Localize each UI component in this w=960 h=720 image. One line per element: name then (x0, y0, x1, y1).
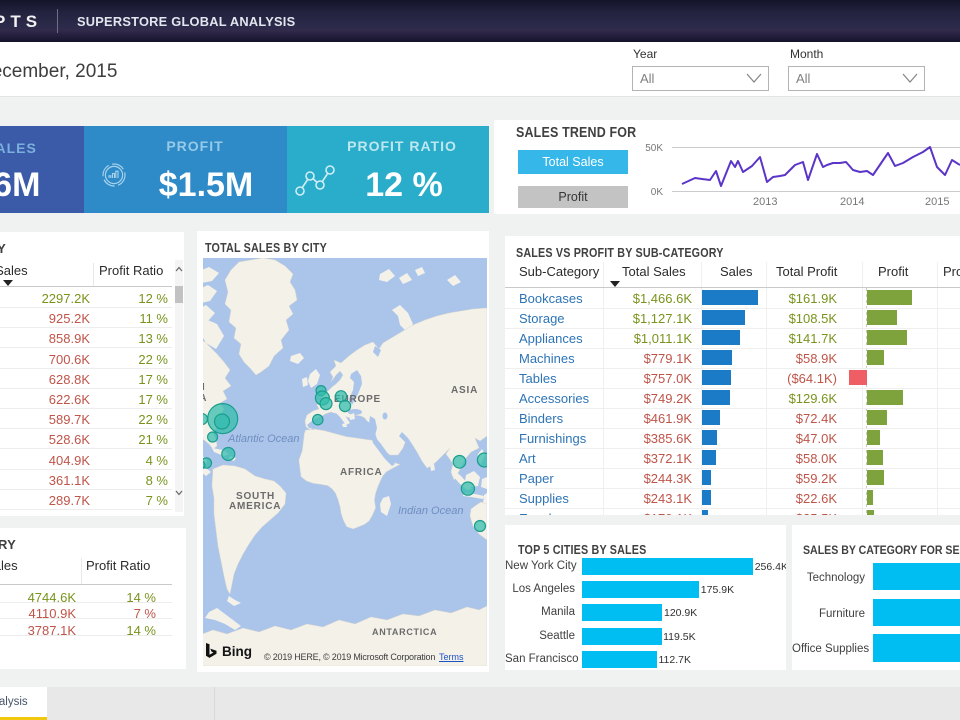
svg-text:Atlantic Ocean: Atlantic Ocean (227, 433, 300, 445)
svg-text:Indian Ocean: Indian Ocean (398, 505, 463, 517)
svg-text:ANTARCTICA: ANTARCTICA (372, 627, 437, 637)
svg-text:AMERICA: AMERICA (203, 393, 207, 404)
svg-text:AFRICA: AFRICA (340, 467, 383, 478)
svg-text:AMERICA: AMERICA (229, 501, 281, 512)
svg-text:NORTH: NORTH (203, 382, 206, 393)
svg-text:ASIA: ASIA (451, 385, 478, 396)
